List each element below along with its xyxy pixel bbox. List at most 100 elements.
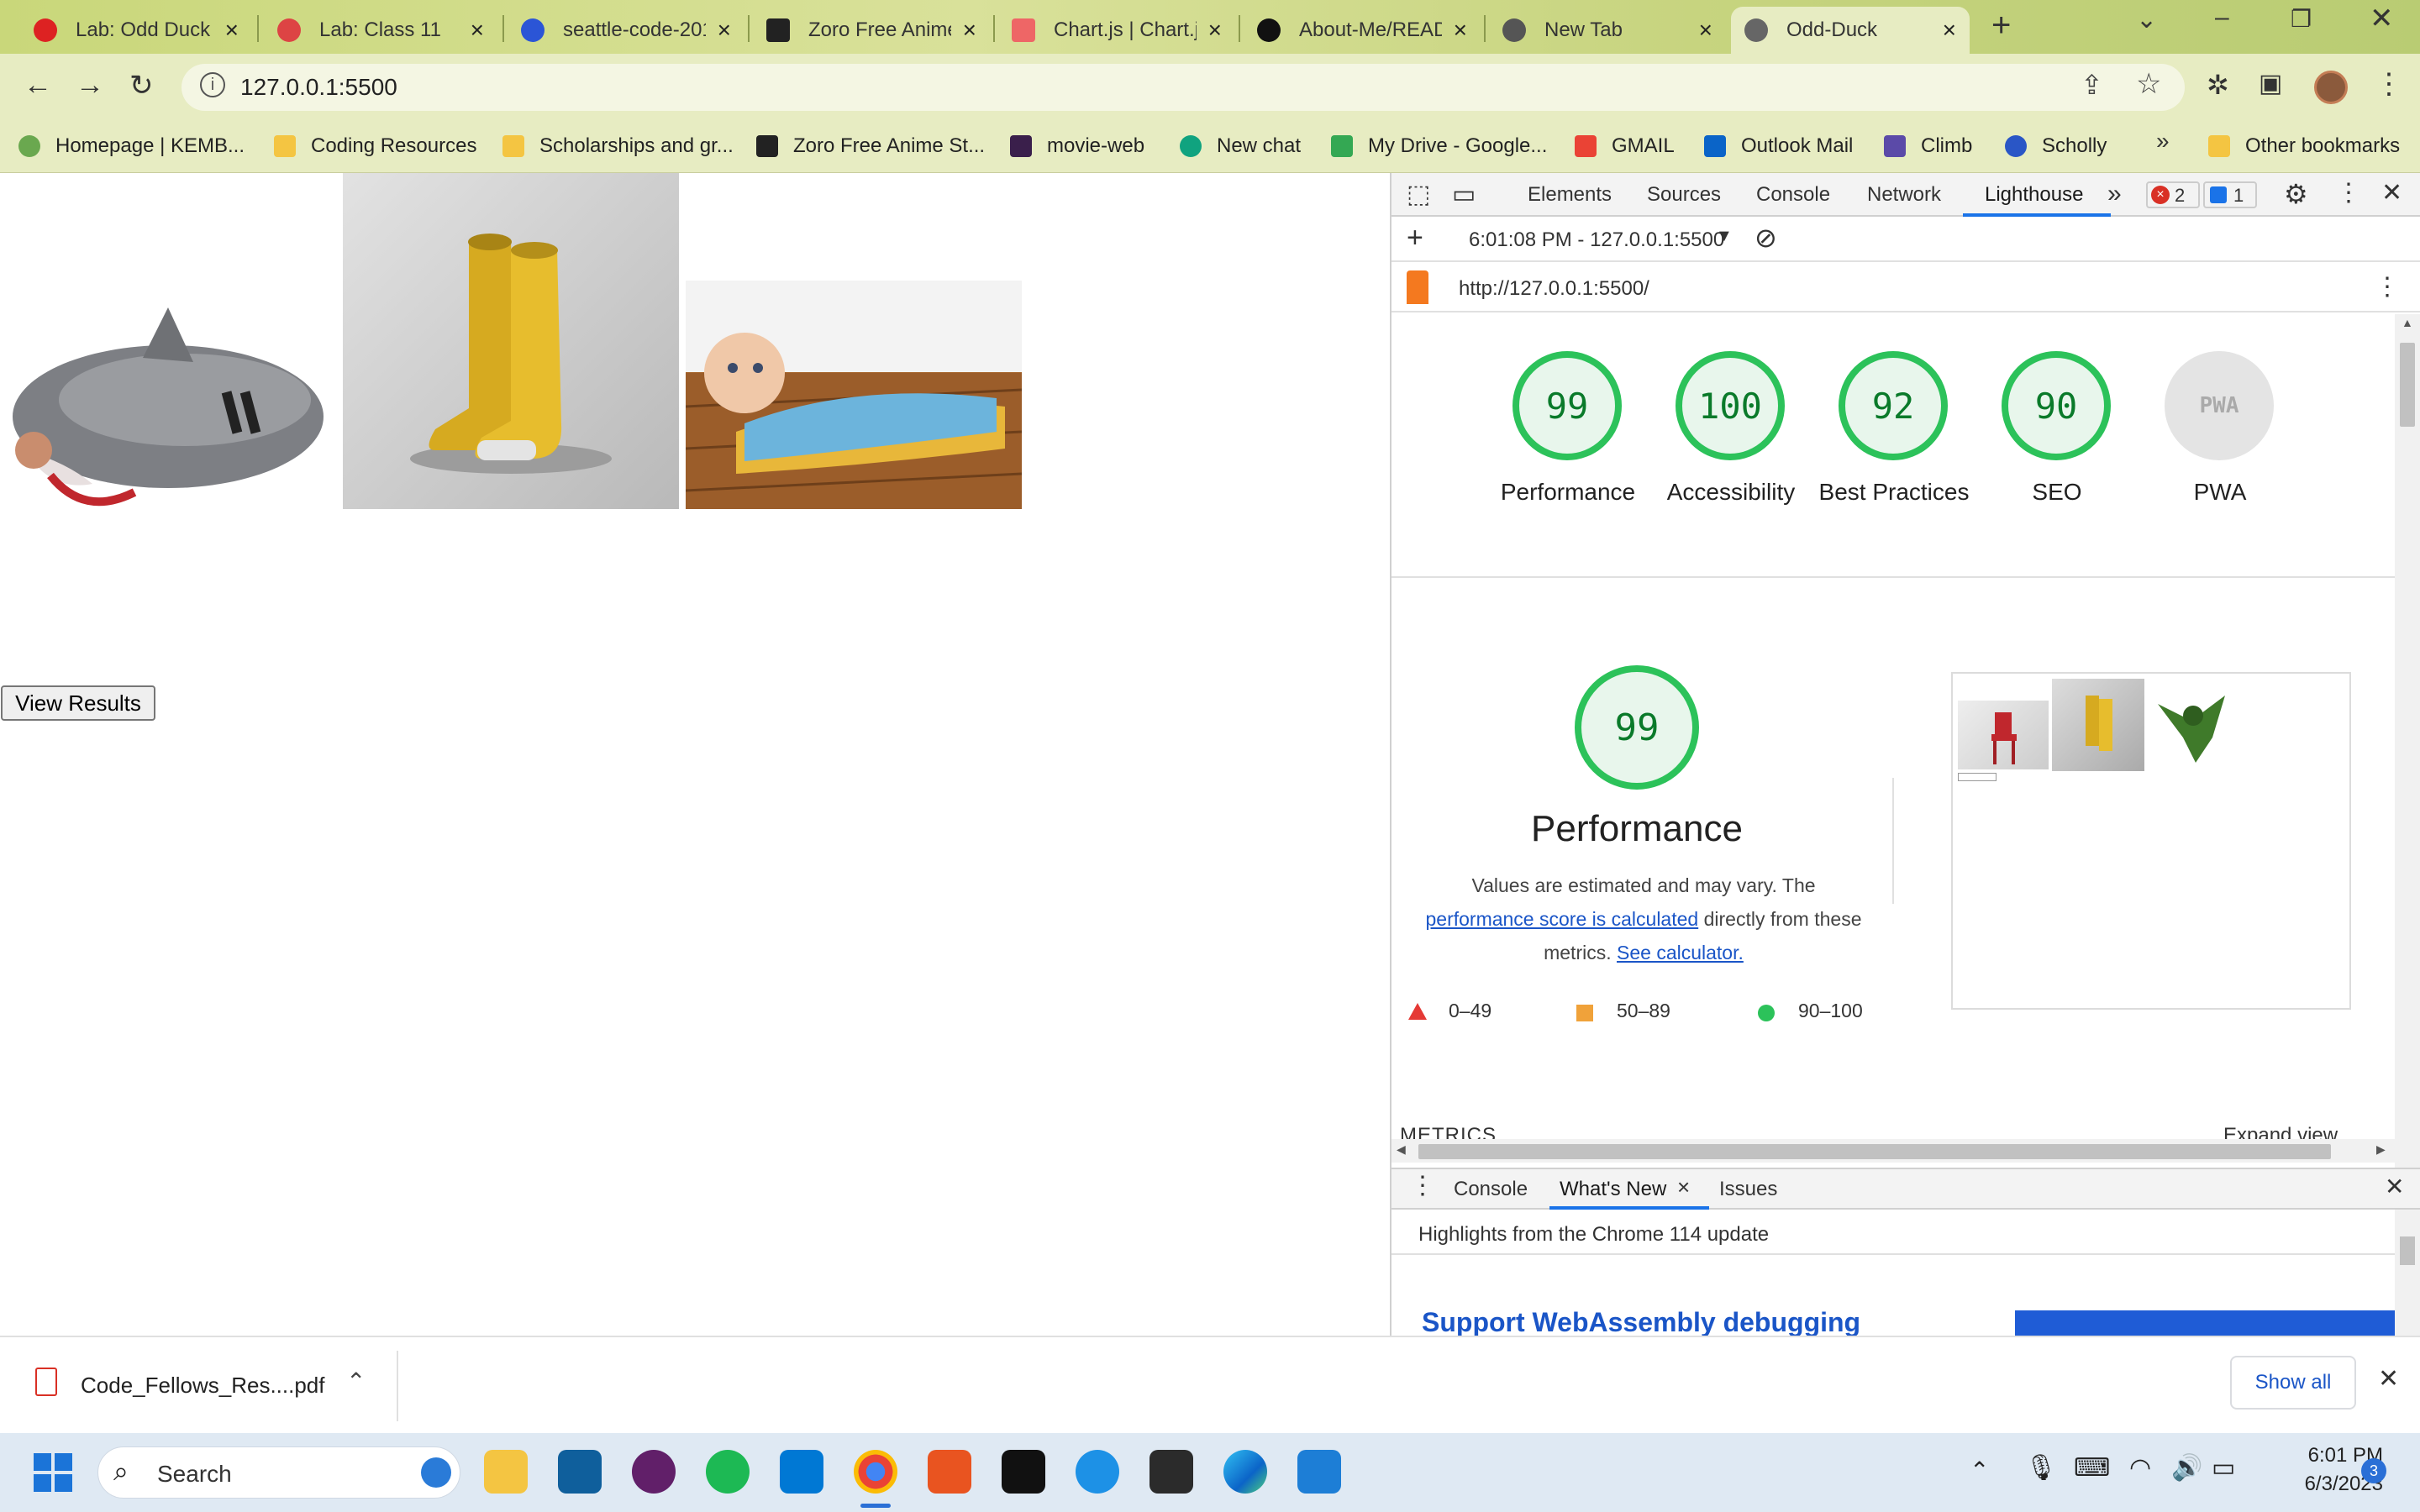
download-filename[interactable]: Code_Fellows_Res....pdf [81,1373,324,1399]
error-counter[interactable]: × 2 [2146,181,2200,208]
bookmark-item[interactable]: movie-web [1010,128,1144,165]
shark-sleeping-bag-image[interactable] [0,282,334,534]
bookmark-item[interactable]: Zoro Free Anime St... [756,128,985,165]
bookmark-item[interactable]: New chat [1180,128,1301,165]
close-tab-icon[interactable]: × [718,17,731,44]
close-download-bar-icon[interactable]: ✕ [2378,1364,2399,1394]
horizontal-scrollbar[interactable]: ◀ ▶ [1392,1139,2395,1163]
report-menu-icon[interactable]: ⋮ [2375,272,2400,302]
avatar[interactable] [2314,71,2348,104]
yellow-boots-image[interactable] [343,173,679,509]
vscode-icon[interactable] [780,1450,823,1494]
drawer-tab-whats-new[interactable]: What's New [1560,1178,1666,1201]
url-text[interactable]: 127.0.0.1:5500 [240,74,397,101]
minimize-icon[interactable]: – [2215,3,2229,32]
whats-new-article-title[interactable]: Support WebAssembly debugging [1422,1307,1860,1336]
microphone-icon[interactable]: 🎙 [2025,1453,2057,1483]
restore-icon[interactable]: ❐ [2291,5,2312,33]
drawer-menu-icon[interactable]: ⋮ [1410,1171,1435,1200]
close-tab-icon[interactable]: × [1943,17,1956,44]
see-calculator-link[interactable]: See calculator. [1617,942,1744,963]
bookmark-item[interactable]: Scholly [2005,128,2107,165]
view-results-button[interactable]: View Results [1,685,155,721]
seo-gauge[interactable]: 90 [2002,351,2111,460]
browser-tab[interactable]: New Tab × [1489,7,1726,54]
close-tab-icon[interactable]: × [1208,17,1222,44]
scrollbar-thumb[interactable] [2400,343,2415,427]
drawer-tab-issues[interactable]: Issues [1719,1178,1777,1201]
close-tab-icon[interactable]: × [1454,17,1467,44]
browser-tab[interactable]: seattle-code-201 × [508,7,744,54]
tab-search-icon[interactable]: ⌄ [2136,5,2157,34]
slack-icon[interactable] [632,1450,676,1494]
bookmark-item[interactable]: Homepage | KEMB... [18,128,245,165]
wifi-icon[interactable]: ◠ [2129,1453,2151,1483]
notepad-icon[interactable] [1297,1450,1341,1494]
docker-icon[interactable] [1076,1450,1119,1494]
pwa-gauge[interactable]: PWA [2165,351,2274,460]
bookmark-folder-other[interactable]: Other bookmarks [2208,128,2400,165]
reload-icon[interactable]: ↻ [129,69,154,102]
ubuntu-icon[interactable] [928,1450,971,1494]
bookmark-item[interactable]: Outlook Mail [1704,128,1853,165]
browser-tab[interactable]: Zoro Free Anime × [753,7,990,54]
extensions-icon[interactable]: ✲ [2207,69,2229,101]
tab-lighthouse[interactable]: Lighthouse [1985,183,2083,207]
devtools-menu-icon[interactable]: ⋮ [2336,178,2361,207]
score-calculated-link[interactable]: performance score is calculated [1425,908,1698,930]
browser-tab[interactable]: Chart.js | Chart.js × [998,7,1235,54]
more-tabs-icon[interactable]: » [2107,180,2122,208]
bookmark-item[interactable]: Climb [1884,128,1972,165]
report-url[interactable]: http://127.0.0.1:5500/ [1459,277,1649,301]
drawer-tab-console[interactable]: Console [1454,1178,1528,1201]
report-dropdown-icon[interactable]: ▼ [1716,227,1733,246]
start-windows-icon[interactable] [34,1453,72,1492]
forward-icon[interactable]: → [76,69,104,102]
performance-score-gauge[interactable]: 99 [1575,665,1699,790]
clear-reports-icon[interactable]: ⊘ [1754,222,1777,254]
report-selector[interactable]: 6:01:08 PM - 127.0.0.1:5500 [1469,228,1724,252]
show-hidden-icons-chevron-icon[interactable]: ⌃ [1970,1457,1989,1484]
close-tab-icon[interactable]: × [1699,17,1712,44]
expand-view-button[interactable]: Expand view [2223,1124,2338,1141]
bookmark-folder[interactable]: Coding Resources [274,128,476,165]
best-practices-gauge[interactable]: 92 [1839,351,1948,460]
tab-sources[interactable]: Sources [1647,183,1721,207]
window-close-icon[interactable]: ✕ [2370,2,2394,35]
browser-tab[interactable]: Lab: Odd Duck × [20,7,252,54]
pycharm-icon[interactable] [1002,1450,1045,1494]
tab-network[interactable]: Network [1867,183,1941,207]
volume-icon[interactable]: 🔊 [2171,1453,2202,1483]
back-icon[interactable]: ← [24,69,52,102]
close-tab-icon[interactable]: × [471,17,484,44]
show-all-downloads-button[interactable]: Show all [2230,1356,2356,1410]
chrome-icon[interactable] [854,1450,897,1494]
more-bookmarks-icon[interactable]: » [2156,128,2170,155]
site-info-icon[interactable]: i [200,72,225,97]
new-report-icon[interactable]: + [1407,222,1423,255]
inspect-element-icon[interactable]: ⬚ [1407,180,1430,209]
bookmark-item[interactable]: GMAIL [1575,128,1675,165]
message-counter[interactable]: 1 [2203,181,2257,208]
address-bar[interactable]: i 127.0.0.1:5500 ⇪ ☆ [182,64,2185,111]
final-screenshot-thumbnail[interactable] [1951,672,2351,1010]
spotify-icon[interactable] [706,1450,750,1494]
device-toolbar-icon[interactable]: ▭ [1452,180,1476,209]
terminal-icon[interactable] [1150,1450,1193,1494]
h-scrollbar-thumb[interactable] [1418,1144,2331,1159]
new-tab-icon[interactable]: + [1991,7,2011,45]
vertical-scrollbar[interactable]: ▲ ▼ [2395,314,2420,1305]
close-tab-icon[interactable]: × [963,17,976,44]
drawer-scrollbar[interactable] [2395,1213,2420,1336]
tab-elements[interactable]: Elements [1528,183,1612,207]
share-icon[interactable]: ⇪ [2081,69,2103,101]
chrome-menu-icon[interactable]: ⋮ [2375,67,2403,101]
close-whats-new-icon[interactable]: × [1677,1174,1690,1200]
browser-tab[interactable]: About-Me/README × [1244,7,1481,54]
performance-gauge[interactable]: 99 [1512,351,1622,460]
bookmark-folder[interactable]: Scholarships and gr... [502,128,734,165]
notification-badge[interactable]: 3 [2361,1458,2386,1483]
accessibility-gauge[interactable]: 100 [1676,351,1785,460]
tab-console[interactable]: Console [1756,183,1830,207]
settings-gear-icon[interactable]: ⚙ [2284,178,2308,210]
